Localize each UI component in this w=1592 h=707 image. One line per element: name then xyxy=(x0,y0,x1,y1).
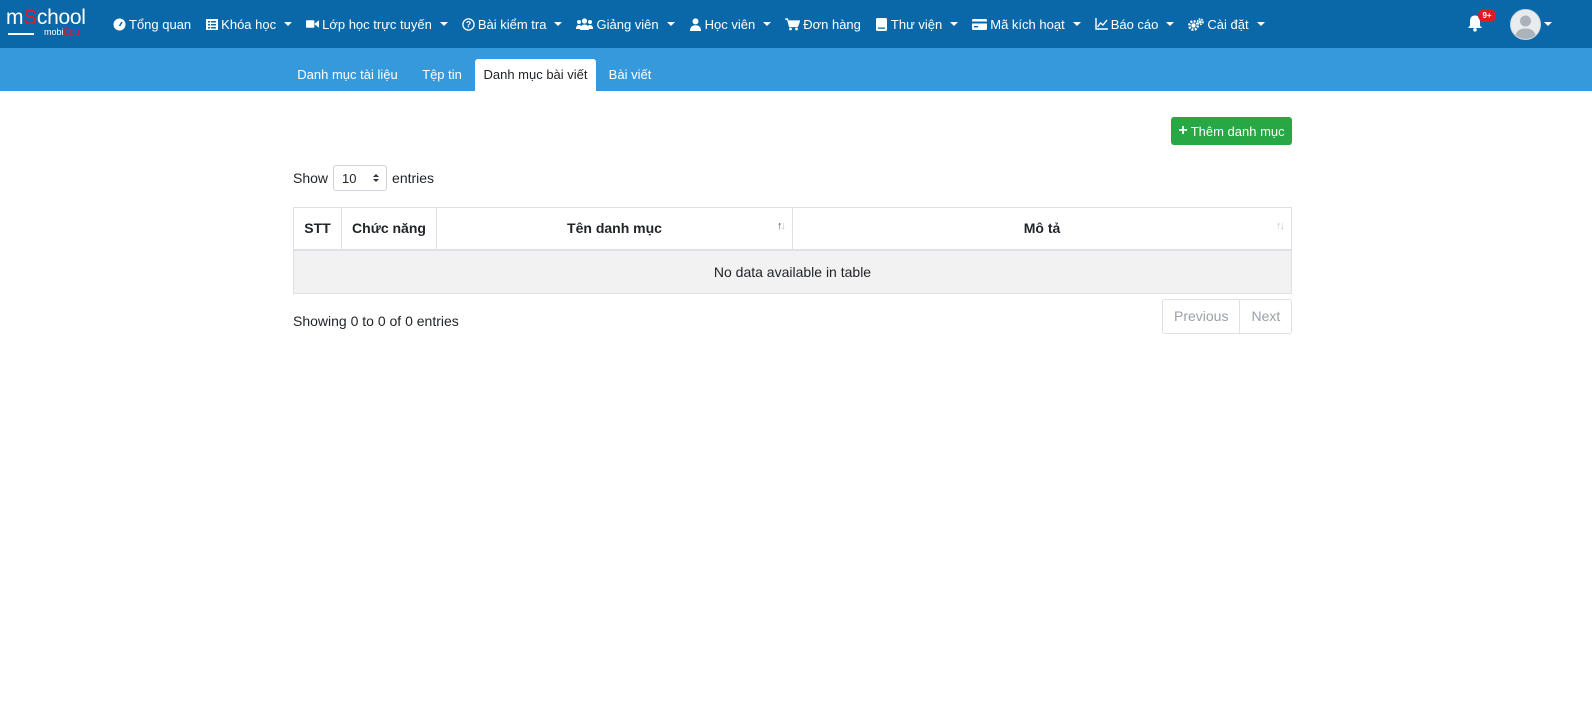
logo-sub-mobi: mobi xyxy=(44,27,64,37)
user-icon xyxy=(689,17,702,31)
nav-label: Giảng viên xyxy=(596,16,659,32)
add-category-button[interactable]: + Thêm danh mục xyxy=(1171,117,1292,145)
video-camera-icon xyxy=(306,18,320,31)
sort-icon: ↑↓ xyxy=(1276,220,1285,232)
nav-cai-dat[interactable]: Cài đặt xyxy=(1188,0,1265,48)
nav-label: Cài đặt xyxy=(1207,16,1249,32)
entries-label: entries xyxy=(392,170,435,186)
logo-text-m: m xyxy=(6,6,24,29)
tab-danh-muc-bai-viet[interactable]: Danh mục bài viết xyxy=(475,59,596,91)
logo-sub-edu: Edu xyxy=(63,27,80,37)
nav-hoc-vien[interactable]: Học viên xyxy=(689,0,772,48)
pagination: Previous Next xyxy=(1162,299,1293,334)
book-icon xyxy=(875,17,888,31)
categories-table: STT Chức năng Tên danh mục ↑↓ Mô tả ↑↓ N… xyxy=(293,207,1292,294)
gears-icon xyxy=(1188,17,1205,31)
logo-text-s: S xyxy=(23,6,37,29)
tab-tep-tin[interactable]: Tệp tin xyxy=(409,59,475,91)
tab-bai-viet[interactable]: Bài viết xyxy=(596,59,664,91)
table-info: Showing 0 to 0 of 0 entries xyxy=(293,313,459,329)
user-avatar-icon xyxy=(1515,15,1536,39)
nav-label: Lớp học trực tuyến xyxy=(322,16,432,32)
chevron-down-icon xyxy=(1072,22,1081,26)
chevron-down-icon xyxy=(284,22,293,26)
column-header-chuc-nang: Chức năng xyxy=(341,207,437,251)
length-menu: Show 10 entries xyxy=(293,164,434,192)
select-arrows-icon xyxy=(373,174,380,182)
nav-bao-cao[interactable]: Báo cáo xyxy=(1094,0,1175,48)
nav-label: Bài kiểm tra xyxy=(477,16,547,32)
nav-giang-vien[interactable]: Giảng viên xyxy=(576,0,675,48)
chevron-down-icon xyxy=(950,22,959,26)
entries-select[interactable]: 10 xyxy=(333,165,388,191)
nav-label: Học viên xyxy=(704,16,756,32)
sort-icon: ↑↓ xyxy=(777,220,786,232)
credit-card-icon xyxy=(972,18,988,31)
library-tabs-bar: Danh mục tài liệu Tệp tin Danh mục bài v… xyxy=(0,48,1592,91)
list-icon xyxy=(205,18,218,31)
line-chart-icon xyxy=(1094,18,1108,31)
chevron-down-icon xyxy=(439,22,448,26)
shopping-cart-icon xyxy=(785,17,801,31)
show-label: Show xyxy=(293,170,329,186)
nav-label: Tổng quan xyxy=(129,16,192,32)
chevron-down-icon xyxy=(763,22,772,26)
entries-select-value: 10 xyxy=(342,170,357,186)
mschool-logo[interactable]: mSchool mobiEdu xyxy=(6,7,96,39)
question-circle-icon: ? xyxy=(462,17,475,31)
main-nav: Tổng quan Khóa học Lớp học trực tuyến ? … xyxy=(113,0,1279,48)
nav-lop-hoc-truc-tuyen[interactable]: Lớp học trực tuyến xyxy=(306,0,448,48)
nav-label: Thư viện xyxy=(890,16,943,32)
nav-label: Khóa học xyxy=(221,16,277,32)
plus-icon: + xyxy=(1178,122,1188,139)
logo-text-chool: chool xyxy=(36,6,86,29)
nav-label: Mã kích hoạt xyxy=(990,16,1065,32)
column-header-label: Mô tả xyxy=(1023,220,1061,237)
chevron-down-icon xyxy=(666,22,675,26)
nav-label: Báo cáo xyxy=(1110,16,1159,32)
notification-badge: 9+ xyxy=(1478,9,1496,22)
nav-don-hang[interactable]: Đơn hàng xyxy=(785,0,861,48)
users-icon xyxy=(576,18,594,31)
dashboard-gauge-icon xyxy=(113,18,126,31)
column-header-label: Tên danh mục xyxy=(567,220,662,237)
column-header-stt: STT xyxy=(293,207,342,251)
column-header-mo-ta[interactable]: Mô tả ↑↓ xyxy=(792,207,1292,251)
column-header-ten-danh-muc[interactable]: Tên danh mục ↑↓ xyxy=(436,207,793,251)
nav-thu-vien[interactable]: Thư viện xyxy=(875,0,959,48)
chevron-down-icon[interactable] xyxy=(1544,22,1552,26)
nav-tong-quan[interactable]: Tổng quan xyxy=(113,0,191,48)
table-row: No data available in table xyxy=(293,249,1292,294)
logo-underline xyxy=(8,33,34,35)
nav-label: Đơn hàng xyxy=(803,16,861,32)
add-category-label: Thêm danh mục xyxy=(1190,123,1285,139)
svg-text:?: ? xyxy=(466,19,472,29)
chevron-down-icon xyxy=(554,22,563,26)
empty-table-message: No data available in table xyxy=(293,249,1292,294)
tab-danh-muc-tai-lieu[interactable]: Danh mục tài liệu xyxy=(286,59,409,91)
nav-bai-kiem-tra[interactable]: ? Bài kiểm tra xyxy=(462,0,563,48)
avatar[interactable] xyxy=(1510,9,1541,40)
top-navbar: mSchool mobiEdu Tổng quan Khóa học Lớp h… xyxy=(0,0,1592,48)
nav-khoa-hoc[interactable]: Khóa học xyxy=(205,0,293,48)
nav-ma-kich-hoat[interactable]: Mã kích hoạt xyxy=(972,0,1081,48)
next-button[interactable]: Next xyxy=(1239,300,1291,333)
previous-button[interactable]: Previous xyxy=(1163,300,1239,333)
chevron-down-icon xyxy=(1256,22,1265,26)
chevron-down-icon xyxy=(1166,22,1175,26)
table-header-row: STT Chức năng Tên danh mục ↑↓ Mô tả ↑↓ xyxy=(293,207,1292,251)
